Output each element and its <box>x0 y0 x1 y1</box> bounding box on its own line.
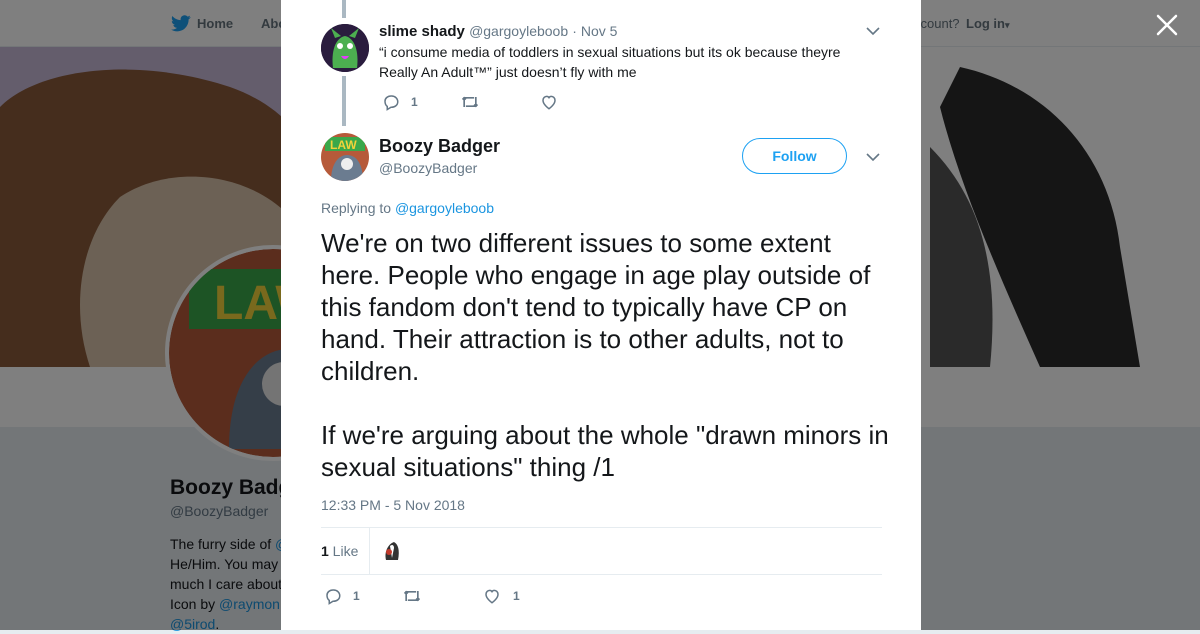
likes-number: 1 <box>321 543 329 559</box>
parent-reply-action[interactable]: 1 <box>382 93 418 111</box>
retweet-icon <box>403 590 421 602</box>
main-tweet-paragraph-1: We're on two different issues to some ex… <box>321 228 871 386</box>
follow-button[interactable]: Follow <box>742 138 847 174</box>
replying-to: Replying to @gargoyleboob <box>321 200 494 216</box>
parent-retweet-action[interactable] <box>460 93 480 111</box>
chevron-down-icon[interactable] <box>865 23 881 39</box>
liker-avatar[interactable] <box>380 538 404 562</box>
divider-top <box>321 527 882 528</box>
skunk-avatar-art <box>380 538 404 562</box>
replying-prefix: Replying to <box>321 200 395 216</box>
main-reply-count: 1 <box>353 589 360 603</box>
svg-text:LAW: LAW <box>330 138 357 152</box>
likes-label: Like <box>328 543 359 559</box>
main-like-count: 1 <box>513 589 520 603</box>
likes-stat[interactable]: 1 Like <box>321 528 370 574</box>
tweet-timestamp[interactable]: 12:33 PM - 5 Nov 2018 <box>321 497 465 513</box>
parent-like-action[interactable] <box>540 93 558 111</box>
slime-avatar-art <box>321 24 369 72</box>
tweet-modal: slime shady @gargoyleboob · Nov 5 “i con… <box>281 0 921 630</box>
main-author-avatar[interactable]: LAW <box>321 133 369 181</box>
chevron-down-icon[interactable] <box>865 149 881 165</box>
heart-icon <box>485 589 499 604</box>
parent-author-avatar[interactable] <box>321 24 369 72</box>
retweet-icon <box>461 96 479 108</box>
main-tweet-text: We're on two different issues to some ex… <box>321 227 891 483</box>
heart-icon <box>542 95 556 110</box>
thread-line-top <box>342 0 346 18</box>
main-reply-action[interactable]: 1 <box>324 587 360 605</box>
main-like-action[interactable]: 1 <box>483 587 520 605</box>
reply-icon <box>326 589 341 605</box>
thread-line-bottom <box>342 76 346 126</box>
replying-to-link[interactable]: @gargoyleboob <box>395 200 494 216</box>
close-icon[interactable] <box>1154 12 1180 38</box>
parent-author-name[interactable]: slime shady <box>379 23 465 40</box>
parent-reply-count: 1 <box>411 95 418 109</box>
parent-author-line: slime shady @gargoyleboob · Nov 5 <box>379 23 617 40</box>
parent-tweet-text: “i consume media of toddlers in sexual s… <box>379 44 841 80</box>
main-author-name[interactable]: Boozy Badger <box>379 136 500 157</box>
parent-tweet-date[interactable]: · Nov 5 <box>572 23 617 39</box>
main-retweet-action[interactable] <box>402 587 422 605</box>
parent-author-handle[interactable]: @gargoyleboob <box>469 23 568 39</box>
main-author-handle[interactable]: @BoozyBadger <box>379 160 477 176</box>
reply-icon <box>384 95 399 111</box>
divider-bottom <box>321 574 882 575</box>
badger-small-avatar-art: LAW <box>321 133 369 181</box>
main-tweet-paragraph-2: If we're arguing about the whole "drawn … <box>321 420 889 482</box>
